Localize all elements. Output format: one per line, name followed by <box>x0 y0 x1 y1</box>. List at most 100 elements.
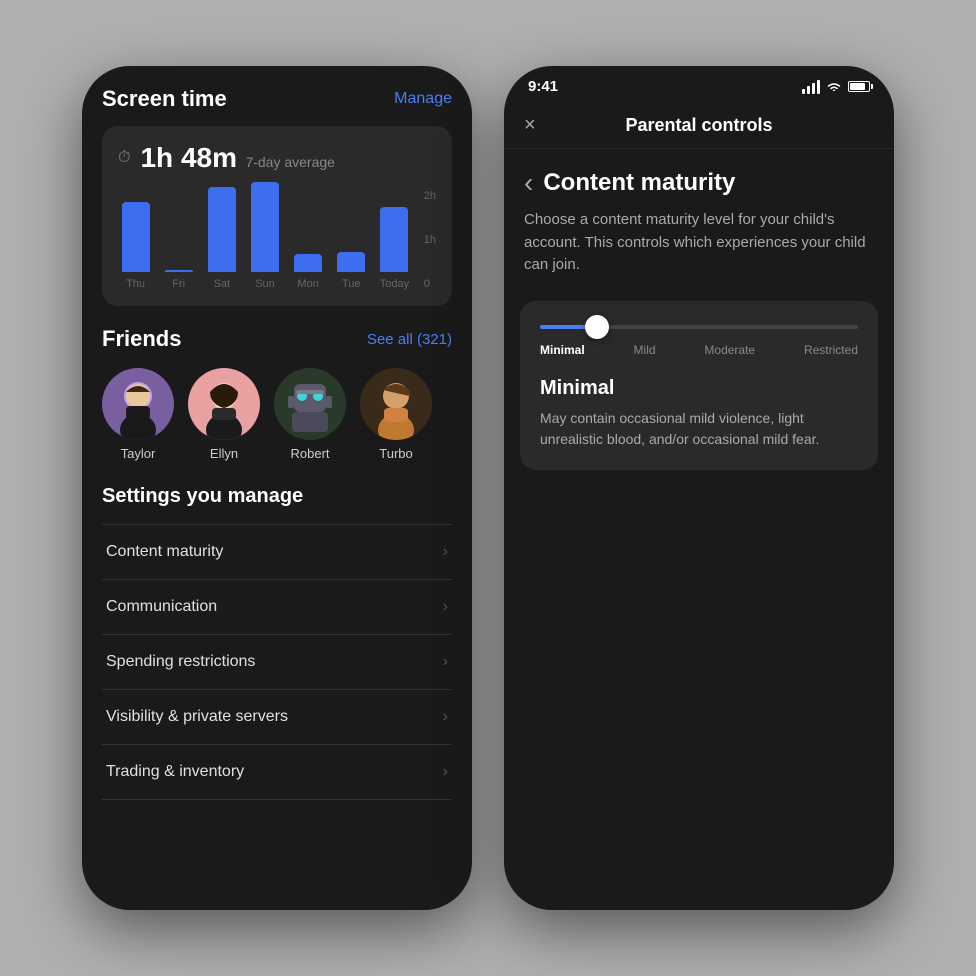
see-all-link[interactable]: See all (321) <box>367 331 452 348</box>
slider-card: Minimal Mild Moderate Restricted Minimal… <box>520 301 878 470</box>
chart-card: ⏱ 1h 48m 7-day average Thu Fri <box>102 126 452 306</box>
signal-bar-3 <box>812 83 815 94</box>
close-button[interactable]: × <box>524 114 536 137</box>
settings-item-label-communication: Communication <box>106 598 217 616</box>
chevron-right-icon-visibility: › <box>443 708 448 726</box>
bar-thu-label: Thu <box>126 278 145 290</box>
bar-today-label: Today <box>380 278 409 290</box>
signal-bar-4 <box>817 80 820 94</box>
settings-item-label-visibility: Visibility & private servers <box>106 708 288 726</box>
parental-controls-bar: × Parental controls <box>504 103 894 149</box>
slider-labels: Minimal Mild Moderate Restricted <box>540 343 858 357</box>
screen-time-header: Screen time Manage <box>102 86 452 112</box>
battery-fill <box>850 83 865 90</box>
signal-bar-2 <box>807 86 810 94</box>
chevron-right-icon-content-maturity: › <box>443 543 448 561</box>
y-label-2h: 2h <box>424 190 436 202</box>
slider-track-container <box>540 325 858 329</box>
settings-item-label-trading: Trading & inventory <box>106 763 244 781</box>
avatar-taylor <box>102 368 174 440</box>
friend-ellyn-name: Ellyn <box>210 446 238 461</box>
bar-fri: Fri <box>161 270 196 290</box>
avatar-ellyn-svg <box>188 368 260 440</box>
chevron-right-icon-spending: › <box>443 653 448 671</box>
settings-item-communication[interactable]: Communication › <box>102 580 452 635</box>
settings-item-content-maturity[interactable]: Content maturity › <box>102 525 452 580</box>
chevron-right-icon-communication: › <box>443 598 448 616</box>
avatar-robert-svg <box>274 368 346 440</box>
avatar-turbo <box>360 368 432 440</box>
friends-title: Friends <box>102 326 181 352</box>
bar-sat: Sat <box>204 187 239 290</box>
slider-thumb[interactable] <box>585 315 609 339</box>
friends-row: Taylor Ellyn <box>102 368 452 461</box>
bar-sun-bar <box>251 182 279 272</box>
friend-taylor[interactable]: Taylor <box>102 368 174 461</box>
friend-robert[interactable]: Robert <box>274 368 346 461</box>
chart-area: Thu Fri Sat Sun <box>118 190 436 290</box>
bar-sun-label: Sun <box>255 278 275 290</box>
notch <box>639 66 759 100</box>
chart-y-labels: 2h 1h 0 <box>424 190 436 290</box>
content-maturity-description: Choose a content maturity level for your… <box>504 209 894 301</box>
chevron-right-icon-trading: › <box>443 763 448 781</box>
back-arrow-icon[interactable]: ‹ <box>524 169 533 197</box>
friend-turbo[interactable]: Turbo <box>360 368 432 461</box>
status-icons <box>802 80 870 94</box>
settings-item-visibility[interactable]: Visibility & private servers › <box>102 690 452 745</box>
right-phone: 9:41 × Parental controls ‹ <box>504 66 894 910</box>
right-content: ‹ Content maturity Choose a content matu… <box>504 149 894 470</box>
left-phone: Screen time Manage ⏱ 1h 48m 7-day averag… <box>82 66 472 910</box>
parental-controls-title: Parental controls <box>625 115 772 136</box>
y-label-1h: 1h <box>424 234 436 246</box>
average-time: 1h 48m <box>140 142 237 173</box>
friend-taylor-name: Taylor <box>121 446 156 461</box>
friend-robert-name: Robert <box>290 446 329 461</box>
avatar-taylor-svg <box>102 368 174 440</box>
bar-tue-label: Tue <box>342 278 361 290</box>
friend-turbo-name: Turbo <box>379 446 412 461</box>
slider-label-minimal: Minimal <box>540 343 585 357</box>
bar-mon-bar <box>294 254 322 272</box>
settings-item-trading[interactable]: Trading & inventory › <box>102 745 452 800</box>
bar-today-bar <box>380 207 408 272</box>
avatar-ellyn <box>188 368 260 440</box>
avatar-turbo-svg <box>360 368 432 440</box>
status-bar: 9:41 <box>504 66 894 103</box>
bar-thu: Thu <box>118 202 153 290</box>
friend-ellyn[interactable]: Ellyn <box>188 368 260 461</box>
bar-sat-label: Sat <box>214 278 231 290</box>
bar-sat-bar <box>208 187 236 272</box>
friends-section-header: Friends See all (321) <box>102 326 452 352</box>
slider-label-restricted: Restricted <box>804 343 858 357</box>
y-label-0: 0 <box>424 278 436 290</box>
slider-track <box>540 325 858 329</box>
signal-bar-1 <box>802 89 805 94</box>
settings-title: Settings you manage <box>102 485 452 508</box>
slider-label-moderate: Moderate <box>704 343 755 357</box>
wifi-icon <box>826 81 842 93</box>
maturity-level-title: Minimal <box>540 377 858 400</box>
bar-fri-label: Fri <box>172 278 185 290</box>
slider-label-mild: Mild <box>634 343 656 357</box>
clock-icon: ⏱ <box>118 149 130 167</box>
status-time: 9:41 <box>528 78 558 95</box>
manage-link[interactable]: Manage <box>394 90 452 108</box>
bar-fri-bar <box>165 270 193 272</box>
bar-thu-bar <box>122 202 150 272</box>
battery-icon <box>848 81 870 92</box>
content-maturity-header: ‹ Content maturity <box>504 149 894 209</box>
avatar-robert <box>274 368 346 440</box>
screen-time-title: Screen time <box>102 86 227 112</box>
bar-today: Today <box>377 207 412 290</box>
settings-item-label-content-maturity: Content maturity <box>106 543 223 561</box>
settings-item-label-spending: Spending restrictions <box>106 653 255 671</box>
settings-list: Content maturity › Communication › Spend… <box>102 524 452 800</box>
bar-mon: Mon <box>291 254 326 290</box>
maturity-level-description: May contain occasional mild violence, li… <box>540 408 858 450</box>
bar-sun: Sun <box>247 182 282 290</box>
bar-mon-label: Mon <box>297 278 318 290</box>
bar-tue: Tue <box>334 252 369 290</box>
settings-item-spending[interactable]: Spending restrictions › <box>102 635 452 690</box>
bar-tue-bar <box>337 252 365 272</box>
